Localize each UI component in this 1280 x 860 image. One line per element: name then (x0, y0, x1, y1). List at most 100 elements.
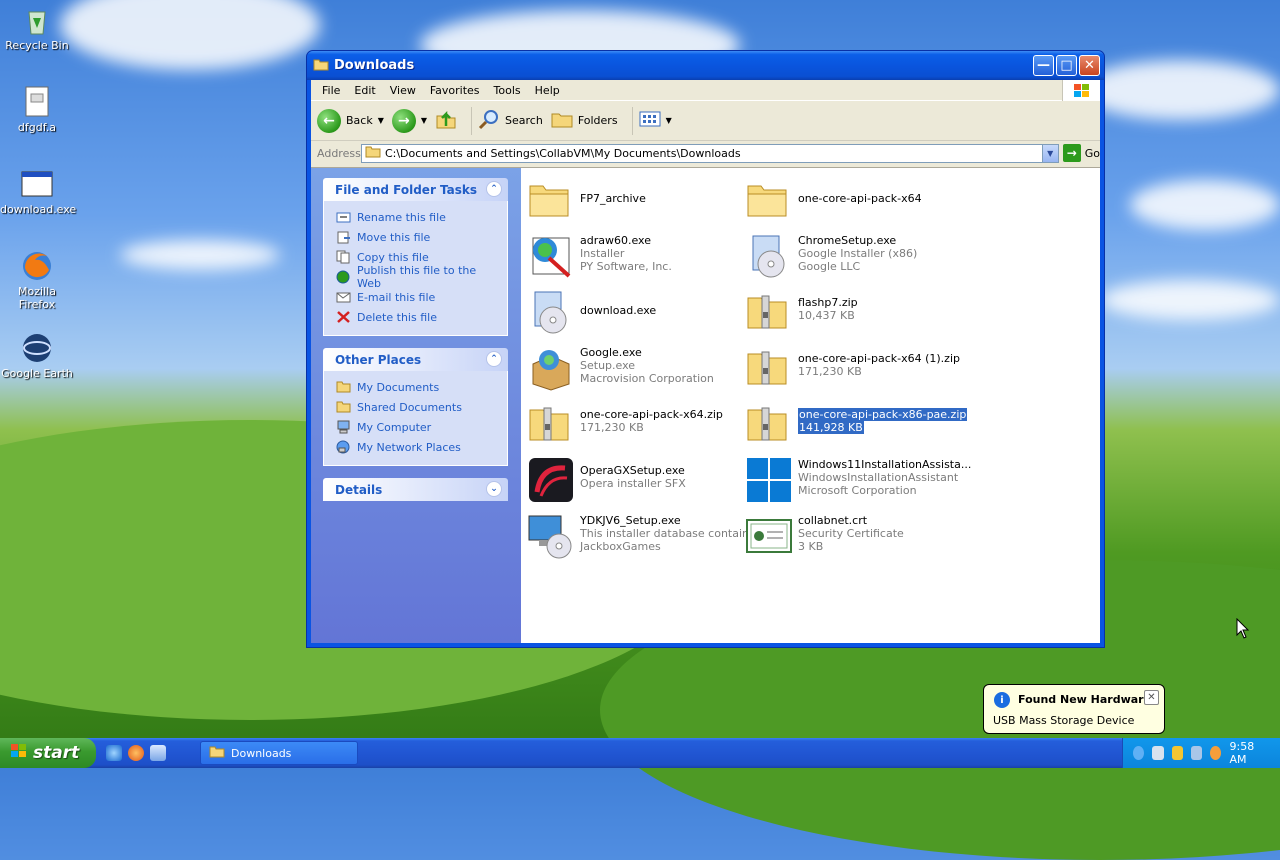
folders-label: Folders (577, 114, 618, 127)
file-item[interactable]: one-core-api-pack-x64 (741, 174, 955, 226)
explorer-content: File and Folder Tasks ⌃ Rename this file… (311, 167, 1100, 643)
security-shield-icon[interactable] (1171, 746, 1183, 760)
panel-header[interactable]: Other Places ⌃ (323, 348, 508, 371)
file-item[interactable]: collabnet.crt Security Certificate 3 KB (741, 510, 955, 562)
clock[interactable]: 9:58 AM (1230, 740, 1267, 766)
setup-icon (745, 232, 793, 280)
file-item[interactable]: download.exe (523, 286, 737, 338)
desktop-icon-download-exe[interactable]: download.exe (0, 168, 76, 216)
task-email[interactable]: E-mail this file (336, 287, 497, 307)
file-item[interactable]: one-core-api-pack-x64.zip 171,230 KB (523, 398, 737, 450)
search-icon[interactable] (1210, 746, 1222, 760)
folder-icon (527, 176, 575, 224)
file-item[interactable]: FP7_archive (523, 174, 737, 226)
menu-tools[interactable]: Tools (487, 84, 528, 97)
go-button[interactable]: → Go (1062, 144, 1100, 162)
forward-button[interactable]: → ▼ (391, 108, 427, 133)
file-detail: Macrovision Corporation (580, 372, 714, 385)
menu-favorites[interactable]: Favorites (423, 84, 487, 97)
system-tray: 9:58 AM (1122, 738, 1280, 768)
title-bar[interactable]: Downloads — □ ✕ (307, 51, 1104, 80)
file-item[interactable]: flashp7.zip 10,437 KB (741, 286, 955, 338)
internet-explorer-icon[interactable] (106, 745, 122, 761)
file-item[interactable]: YDKJV6_Setup.exe This installer database … (523, 510, 760, 562)
taskbar-item-downloads[interactable]: Downloads (200, 741, 358, 765)
firefox-icon[interactable] (128, 745, 144, 761)
chevron-down-icon[interactable]: ▼ (421, 116, 427, 125)
close-icon: ✕ (1147, 692, 1156, 703)
task-rename[interactable]: Rename this file (336, 207, 497, 227)
file-item[interactable]: ChromeSetup.exe Google Installer (x86) Goo… (741, 230, 955, 282)
close-button[interactable]: ✕ (1079, 55, 1100, 76)
panel-header[interactable]: File and Folder Tasks ⌃ (323, 178, 508, 201)
safely-remove-hardware-icon[interactable] (1152, 746, 1164, 760)
task-move[interactable]: Move this file (336, 227, 497, 247)
file-name: download.exe (580, 304, 657, 317)
address-path: C:\Documents and Settings\CollabVM\My Do… (384, 146, 741, 160)
show-desktop-icon[interactable] (150, 745, 166, 761)
network-icon[interactable] (1190, 746, 1203, 760)
file-detail: WindowsInstallationAssistant (798, 471, 959, 484)
file-item[interactable]: one-core-api-pack-x64 (1).zip 171,230 KB (741, 342, 960, 394)
balloon-close-button[interactable]: ✕ (1144, 690, 1159, 705)
tray-expand-icon[interactable] (1133, 746, 1145, 760)
maximize-button[interactable]: □ (1056, 55, 1077, 76)
file-text: YDKJV6_Setup.exe This installer database … (580, 514, 760, 553)
toolbar: ← Back ▼ → ▼ Search Folders ▼ (311, 101, 1100, 141)
menu-file[interactable]: File (315, 84, 347, 97)
info-icon: i (994, 692, 1010, 708)
desktop-icon-google-earth[interactable]: Google Earth (0, 332, 74, 380)
panel-body: Rename this file Move this file Copy thi… (323, 201, 508, 336)
place-my-computer[interactable]: My Computer (336, 417, 497, 437)
menu-help[interactable]: Help (528, 84, 567, 97)
chevron-down-icon: ▼ (665, 116, 672, 125)
collapse-chevron-icon[interactable]: ⌃ (486, 181, 502, 197)
file-item[interactable]: Google.exe Setup.exe Macrovision Corporati… (523, 342, 737, 394)
file-text: one-core-api-pack-x64 (1).zip 171,230 KB (798, 352, 960, 378)
back-button[interactable]: ← Back ▼ (317, 108, 384, 133)
file-item[interactable]: Windows11InstallationAssista... WindowsIn… (741, 454, 971, 506)
place-my-network-places[interactable]: My Network Places (336, 437, 497, 457)
place-shared-documents[interactable]: Shared Documents (336, 397, 497, 417)
window-title: Downloads (334, 58, 415, 73)
network-icon (336, 440, 351, 454)
file-text: ChromeSetup.exe Google Installer (x86) Goo… (798, 234, 917, 273)
certificate-icon (745, 512, 793, 560)
address-input[interactable]: C:\Documents and Settings\CollabVM\My Do… (360, 143, 1059, 163)
zip-folder-icon (745, 344, 793, 392)
file-item[interactable]: OperaGXSetup.exe Opera installer SFX (523, 454, 737, 506)
task-label: Publish this file to the Web (357, 264, 477, 290)
place-label: My Computer (357, 420, 432, 434)
folders-button[interactable]: Folders (551, 109, 618, 132)
chevron-down-icon[interactable]: ▼ (378, 116, 384, 125)
place-my-documents[interactable]: My Documents (336, 377, 497, 397)
desktop-icon-dfgdf[interactable]: dfgdf.a (0, 86, 74, 134)
minimize-button[interactable]: — (1033, 55, 1054, 76)
file-item[interactable]: adraw60.exe Installer PY Software, Inc. (523, 230, 737, 282)
panel-body: My Documents Shared Documents My Compute… (323, 371, 508, 466)
menu-edit[interactable]: Edit (347, 84, 382, 97)
start-button[interactable]: start (0, 738, 96, 768)
search-button[interactable]: Search (478, 108, 543, 133)
desktop-icon-firefox[interactable]: Mozilla Firefox (0, 250, 74, 311)
task-publish[interactable]: Publish this file to the Web (336, 264, 497, 290)
address-dropdown-button[interactable]: ▼ (1041, 144, 1058, 162)
globe-icon (336, 270, 351, 284)
expand-chevron-icon[interactable]: ⌄ (486, 481, 502, 497)
views-button[interactable]: ▼ (639, 110, 672, 131)
toolbar-separator (471, 106, 473, 135)
windows-logo-icon (745, 456, 793, 504)
task-delete[interactable]: Delete this file (336, 307, 497, 327)
file-text: OperaGXSetup.exe Opera installer SFX (580, 464, 686, 490)
toolbar-separator (631, 106, 633, 135)
panel-header[interactable]: Details ⌄ (323, 478, 508, 501)
balloon-message: USB Mass Storage Device (993, 714, 1135, 727)
file-item[interactable]: one-core-api-pack-x86-pae.zip 141,928 KB (741, 398, 968, 450)
menu-view[interactable]: View (383, 84, 423, 97)
notification-balloon[interactable]: i Found New Hardware ✕ USB Mass Storage … (983, 684, 1165, 734)
panel-title: Other Places (335, 352, 422, 367)
google-earth-icon (21, 332, 53, 364)
desktop-icon-recycle-bin[interactable]: Recycle Bin (0, 4, 74, 52)
collapse-chevron-icon[interactable]: ⌃ (486, 351, 502, 367)
up-folder-button[interactable] (435, 108, 457, 133)
